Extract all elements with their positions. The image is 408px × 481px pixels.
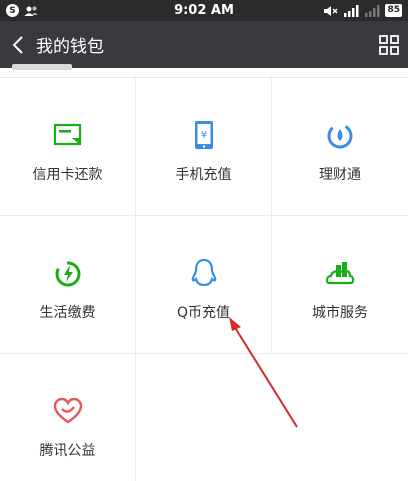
status-bar: S 9:02 AM 85 — [0, 0, 408, 21]
grid-item-phone-topup[interactable]: ¥ 手机充值 — [136, 78, 272, 216]
phone-yen-icon: ¥ — [189, 120, 219, 150]
grid-item-label: 信用卡还款 — [32, 167, 103, 183]
signal-secondary-icon — [365, 4, 380, 17]
grid-menu-icon — [379, 35, 399, 55]
charity-heart-icon — [53, 396, 83, 426]
grid-item-city-services[interactable]: 城市服务 — [272, 216, 408, 354]
signal-icon — [344, 4, 359, 17]
bolt-circle-icon — [53, 258, 83, 288]
grid-item-utilities[interactable]: 生活缴费 — [0, 216, 136, 354]
wallet-grid: 信用卡还款 ¥ 手机充值 理财通 生活缴费 Q币充值 城市服务 腾讯公益 — [0, 64, 408, 481]
grid-item-qcoin[interactable]: Q币充值 — [136, 216, 272, 354]
status-left: S — [6, 4, 38, 17]
scrolled-away-text — [12, 64, 72, 70]
city-icon — [325, 258, 355, 288]
wealth-drop-icon — [325, 120, 355, 150]
battery-level: 85 — [385, 4, 402, 17]
grid-item-label: Q币充值 — [176, 305, 231, 321]
notification-badge: S — [6, 4, 19, 17]
grid-item-credit-card[interactable]: 信用卡还款 — [0, 78, 136, 216]
credit-card-icon — [53, 120, 83, 150]
previous-section-edge — [0, 64, 408, 78]
qq-penguin-icon — [189, 258, 219, 288]
status-right: 85 — [323, 4, 402, 17]
grid-item-label: 腾讯公益 — [39, 443, 96, 459]
grid-menu-button[interactable] — [378, 34, 400, 56]
contacts-icon — [24, 6, 38, 16]
grid-item-label: 手机充值 — [175, 167, 232, 183]
page-title: 我的钱包 — [36, 37, 104, 57]
grid-item-label: 生活缴费 — [39, 305, 96, 321]
mute-icon — [324, 5, 338, 16]
back-arrow-icon — [12, 35, 23, 54]
grid-item-wealth[interactable]: 理财通 — [272, 78, 408, 216]
svg-text:¥: ¥ — [200, 130, 206, 141]
grid-item-label: 理财通 — [319, 167, 361, 183]
grid-item-charity[interactable]: 腾讯公益 — [0, 354, 136, 481]
grid-item-label: 城市服务 — [312, 305, 368, 321]
back-button[interactable] — [0, 21, 36, 68]
title-bar: 我的钱包 — [0, 21, 408, 68]
